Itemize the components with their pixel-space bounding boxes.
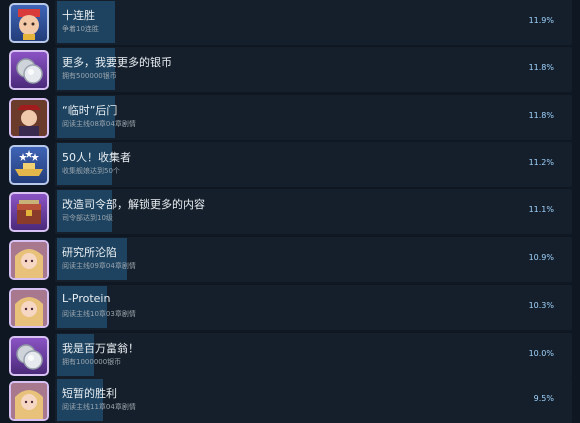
achievement-row-background (55, 237, 572, 282)
achievement-percent: 11.8% (528, 63, 554, 72)
achievement-percent: 9.5% (533, 394, 554, 403)
achievement-description: 阅读主线08章04章剧情 (62, 120, 136, 128)
achievement-row[interactable]: 十连胜 争着10连胜 11.9% (0, 0, 580, 45)
achievement-percent: 10.0% (528, 349, 554, 358)
achievement-description: 阅读主线09章04章剧情 (62, 262, 136, 270)
achievement-row[interactable]: 更多，我要更多的银币 拥有500000银币 11.8% (0, 47, 580, 92)
headquarters-chest-icon (9, 192, 49, 232)
achievement-row-background (55, 378, 572, 423)
achievement-title: 研究所沦陷 (62, 246, 117, 259)
achievement-description: 争着10连胜 (62, 25, 99, 33)
blonde-girl-portrait-icon (9, 381, 49, 421)
achievement-title: 我是百万富翁！ (62, 342, 139, 355)
achievement-percent: 11.2% (528, 158, 554, 167)
achievement-title: 十连胜 (62, 9, 95, 22)
achievement-description: 收集舰娘达到50个 (62, 167, 120, 175)
silver-coin-icon (9, 50, 49, 90)
achievement-title: L-Protein (62, 292, 111, 305)
achievement-description: 阅读主线10章03章剧情 (62, 310, 136, 318)
achievement-percent: 11.9% (528, 16, 554, 25)
achievement-percent: 10.3% (528, 301, 554, 310)
achievement-list: 十连胜 争着10连胜 11.9% 更多，我要更多的银币 拥有500000银币 1… (0, 0, 580, 423)
achievement-title: “临时”后门 (62, 104, 118, 117)
achievement-title: 短暂的胜利 (62, 387, 117, 400)
achievement-row[interactable]: “临时”后门 阅读主线08章04章剧情 11.8% (0, 95, 580, 140)
captain-portrait-icon (9, 98, 49, 138)
achievement-row-background (55, 142, 572, 187)
achievement-percent: 10.9% (528, 253, 554, 262)
achievement-row[interactable]: L-Protein 阅读主线10章03章剧情 10.3% (0, 285, 580, 330)
achievement-row[interactable]: 短暂的胜利 阅读主线11章04章剧情 9.5% (0, 378, 580, 423)
blonde-girl-portrait-icon (9, 240, 49, 280)
achievement-percent: 11.1% (528, 205, 554, 214)
achievement-row[interactable]: 我是百万富翁！ 拥有1000000银币 10.0% (0, 333, 580, 378)
achievement-row-background (55, 0, 572, 45)
achievement-description: 拥有1000000银币 (62, 358, 122, 366)
achievement-row-background (55, 95, 572, 140)
medal-face-icon (9, 3, 49, 43)
achievement-percent: 11.8% (528, 111, 554, 120)
achievement-row[interactable]: 研究所沦陷 阅读主线09章04章剧情 10.9% (0, 237, 580, 282)
achievement-description: 司令部达到10级 (62, 214, 113, 222)
achievement-description: 拥有500000银币 (62, 72, 117, 80)
silver-coin-icon (9, 336, 49, 376)
achievement-row[interactable]: 改造司令部，解锁更多的内容 司令部达到10级 11.1% (0, 189, 580, 234)
warship-stars-icon (9, 145, 49, 185)
achievement-row-background (55, 285, 572, 330)
blonde-girl-portrait-icon (9, 288, 49, 328)
achievement-row[interactable]: 50人！收集者 收集舰娘达到50个 11.2% (0, 142, 580, 187)
achievement-title: 改造司令部，解锁更多的内容 (62, 198, 205, 211)
achievement-description: 阅读主线11章04章剧情 (62, 403, 136, 411)
achievement-title: 更多，我要更多的银币 (62, 56, 172, 69)
achievement-title: 50人！收集者 (62, 151, 131, 164)
